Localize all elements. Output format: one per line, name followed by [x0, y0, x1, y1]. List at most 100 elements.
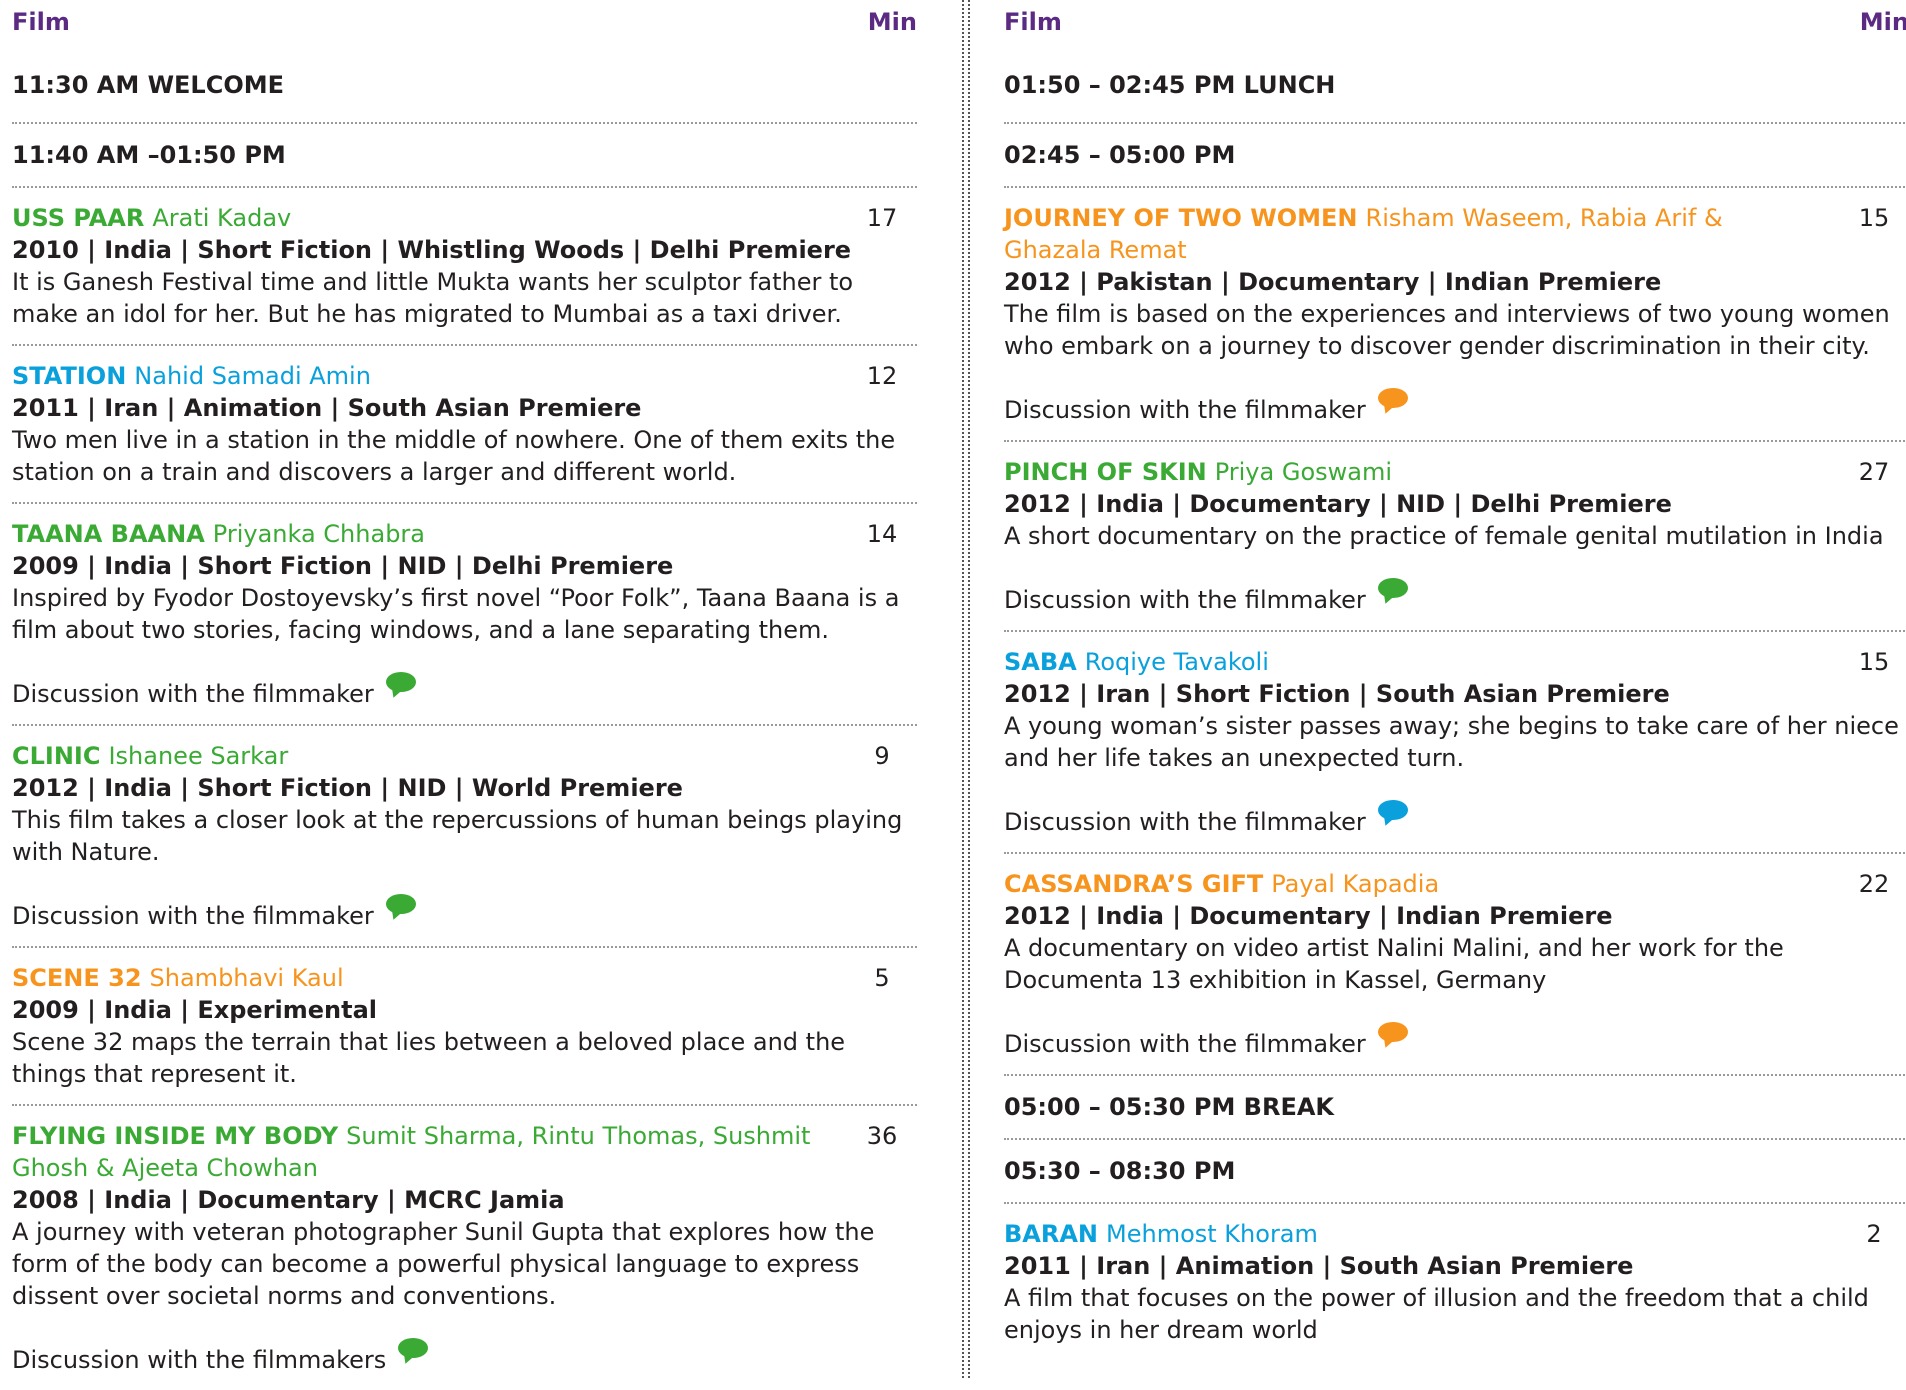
- film-title-line: USS PAAR Arati Kadav: [12, 202, 917, 234]
- film-title: CASSANDRA’S GIFT: [1004, 870, 1264, 898]
- speech-bubble-icon: [385, 894, 416, 914]
- film-title-line: CASSANDRA’S GIFT Payal Kapadia: [1004, 868, 1906, 900]
- film-details: 2012 | Iran | Short Fiction | South Asia…: [1004, 680, 1670, 708]
- film-details: 2011 | Iran | Animation | South Asian Pr…: [1004, 1252, 1634, 1280]
- film-title: TAANA BAANA: [12, 520, 205, 548]
- speech-bubble-icon: [1377, 800, 1408, 820]
- film-details: 2010 | India | Short Fiction | Whistling…: [12, 236, 852, 264]
- schedule-column-left: Film Min 11:30 AM WELCOME 11:40 AM –01:5…: [12, 0, 917, 1390]
- speech-bubble-icon: [385, 672, 416, 692]
- film-duration: 15: [1858, 648, 1890, 676]
- speech-bubble-icon: [1377, 1022, 1408, 1042]
- film-duration: 14: [866, 520, 898, 548]
- discussion-note: Discussion with the filmmaker: [1004, 1022, 1906, 1060]
- film-description: This film takes a closer look at the rep…: [12, 806, 903, 866]
- film-entry: CLINIC Ishanee Sarkar 9 2012 | India | Shor…: [12, 726, 917, 948]
- film-description: Scene 32 maps the terrain that lies betw…: [12, 1028, 846, 1088]
- film-description: Inspired by Fyodor Dostoyevsky’s first n…: [12, 584, 900, 644]
- film-details: 2012 | India | Documentary | Indian Prem…: [1004, 902, 1613, 930]
- film-duration: 9: [874, 742, 890, 770]
- film-description: The film is based on the experiences and…: [1004, 300, 1890, 360]
- film-title: SABA: [1004, 648, 1077, 676]
- film-director: Priya Goswami: [1214, 458, 1393, 486]
- speech-bubble-icon: [398, 1338, 429, 1358]
- discussion-note: Discussion with the filmmaker: [1004, 578, 1906, 616]
- film-description: Two men live in a station in the middle …: [12, 426, 896, 486]
- film-director: Arati Kadav: [152, 204, 292, 232]
- film-duration: 12: [866, 362, 898, 390]
- time-slot: 11:30 AM WELCOME: [12, 40, 917, 124]
- time-slot: 11:40 AM –01:50 PM: [12, 124, 917, 188]
- film-column-header: Film: [1004, 8, 1062, 36]
- film-director: Roqiye Tavakoli: [1084, 648, 1269, 676]
- film-details: 2012 | Pakistan | Documentary | Indian P…: [1004, 268, 1662, 296]
- film-entry: STATION Nahid Samadi Amin 12 2011 | Iran | …: [12, 346, 917, 504]
- film-director: Shambhavi Kaul: [149, 964, 344, 992]
- column-header: Film Min: [1004, 0, 1906, 40]
- discussion-label: Discussion with the filmmaker: [1004, 396, 1366, 424]
- film-entry: SABA Roqiye Tavakoli 15 2012 | Iran | Short…: [1004, 632, 1906, 854]
- film-list: BARAN Mehmost Khoram 2 2011 | Iran | Animat…: [1004, 1204, 1906, 1360]
- film-details: 2011 | Iran | Animation | South Asian Pr…: [12, 394, 642, 422]
- film-title: PINCH OF SKIN: [1004, 458, 1207, 486]
- time-slot: 01:50 – 02:45 PM LUNCH: [1004, 40, 1906, 124]
- film-title-line: SCENE 32 Shambhavi Kaul: [12, 962, 917, 994]
- film-title-line: PINCH OF SKIN Priya Goswami: [1004, 456, 1906, 488]
- discussion-label: Discussion with the filmmaker: [1004, 808, 1366, 836]
- film-description: A short documentary on the practice of f…: [1004, 522, 1884, 550]
- speech-bubble-icon: [1377, 388, 1408, 408]
- film-description: It is Ganesh Festival time and little Mu…: [12, 268, 854, 328]
- film-director: Nahid Samadi Amin: [134, 362, 371, 390]
- film-list: JOURNEY OF TWO WOMEN Risham Waseem, Rabia…: [1004, 188, 1906, 1076]
- film-description: A journey with veteran photographer Suni…: [12, 1218, 875, 1310]
- discussion-label: Discussion with the filmmaker: [1004, 586, 1366, 614]
- discussion-note: Discussion with the filmmaker: [12, 894, 917, 932]
- film-entry: BARAN Mehmost Khoram 2 2011 | Iran | Animat…: [1004, 1204, 1906, 1360]
- discussion-label: Discussion with the filmmaker: [12, 902, 374, 930]
- time-slot: 05:00 – 05:30 PM BREAK: [1004, 1076, 1906, 1140]
- film-details: 2012 | India | Short Fiction | NID | Wor…: [12, 774, 683, 802]
- film-title: CLINIC: [12, 742, 101, 770]
- film-director: Priyanka Chhabra: [212, 520, 425, 548]
- film-duration: 36: [866, 1122, 898, 1150]
- film-title-line: JOURNEY OF TWO WOMEN Risham Waseem, Rabia…: [1004, 202, 1906, 266]
- film-title-line: SABA Roqiye Tavakoli: [1004, 646, 1906, 678]
- film-details: 2009 | India | Experimental: [12, 996, 378, 1024]
- film-description: A documentary on video artist Nalini Mal…: [1004, 934, 1784, 994]
- film-title: STATION: [12, 362, 127, 390]
- film-details: 2008 | India | Documentary | MCRC Jamia: [12, 1186, 565, 1214]
- film-duration: 15: [1858, 204, 1890, 232]
- column-divider: [962, 0, 970, 1378]
- film-entry: SCENE 32 Shambhavi Kaul 5 2009 | India | Ex…: [12, 948, 917, 1106]
- discussion-note: Discussion with the filmmaker: [1004, 800, 1906, 838]
- film-title-line: CLINIC Ishanee Sarkar: [12, 740, 917, 772]
- film-title-line: BARAN Mehmost Khoram: [1004, 1218, 1906, 1250]
- film-title: SCENE 32: [12, 964, 142, 992]
- film-details: 2009 | India | Short Fiction | NID | Del…: [12, 552, 674, 580]
- film-description: A film that focuses on the power of illu…: [1004, 1284, 1869, 1344]
- min-column-header: Min: [1859, 8, 1906, 36]
- min-column-header: Min: [867, 8, 917, 36]
- film-director: Mehmost Khoram: [1106, 1220, 1318, 1248]
- film-description: A young woman’s sister passes away; she …: [1004, 712, 1899, 772]
- film-title: FLYING INSIDE MY BODY: [12, 1122, 339, 1150]
- film-title: BARAN: [1004, 1220, 1099, 1248]
- film-title-line: TAANA BAANA Priyanka Chhabra: [12, 518, 917, 550]
- film-entry: PINCH OF SKIN Priya Goswami 27 2012 | India…: [1004, 442, 1906, 632]
- time-slot: 02:45 – 05:00 PM: [1004, 124, 1906, 188]
- time-slot: 05:30 – 08:30 PM: [1004, 1140, 1906, 1204]
- film-duration: 22: [1858, 870, 1890, 898]
- film-duration: 27: [1858, 458, 1890, 486]
- film-duration: 17: [866, 204, 898, 232]
- discussion-label: Discussion with the filmmaker: [1004, 1030, 1366, 1058]
- film-details: 2012 | India | Documentary | NID | Delhi…: [1004, 490, 1672, 518]
- speech-bubble-icon: [1377, 578, 1408, 598]
- film-entry: CASSANDRA’S GIFT Payal Kapadia 22 2012 | In…: [1004, 854, 1906, 1076]
- column-header: Film Min: [12, 0, 917, 40]
- film-entry: FLYING INSIDE MY BODY Sumit Sharma, Rintu…: [12, 1106, 917, 1390]
- film-column-header: Film: [12, 8, 70, 36]
- discussion-note: Discussion with the filmmakers: [12, 1338, 917, 1376]
- film-duration: 2: [1866, 1220, 1882, 1248]
- discussion-label: Discussion with the filmmakers: [12, 1346, 387, 1374]
- discussion-note: Discussion with the filmmaker: [1004, 388, 1906, 426]
